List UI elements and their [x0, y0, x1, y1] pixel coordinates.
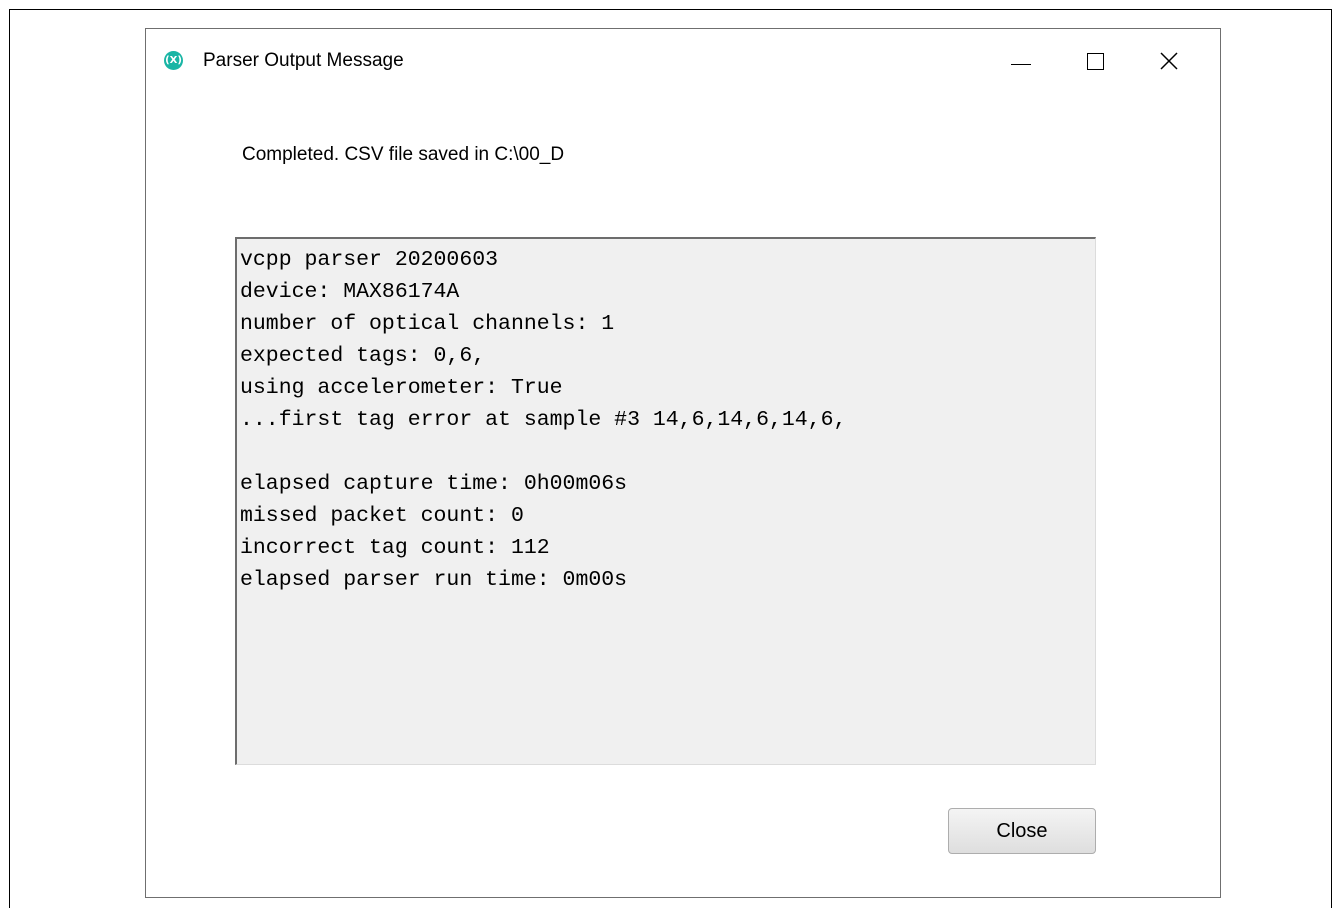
close-button[interactable]: Close	[948, 808, 1096, 854]
parser-output-dialog: (X) Parser Output Message Completed. CSV…	[145, 28, 1221, 898]
output-line: ...first tag error at sample #3 14,6,14,…	[240, 408, 847, 432]
status-message: Completed. CSV file saved in C:\00_D	[242, 144, 565, 165]
output-line: incorrect tag count: 112	[240, 536, 550, 560]
window-title: Parser Output Message	[203, 50, 404, 71]
minimize-icon	[1011, 63, 1031, 65]
output-line: using accelerometer: True	[240, 376, 563, 400]
output-line: number of optical channels: 1	[240, 312, 615, 336]
close-window-button[interactable]	[1146, 43, 1192, 79]
output-line: elapsed parser run time: 0m00s	[240, 568, 628, 592]
minimize-button[interactable]	[998, 43, 1044, 79]
output-line: elapsed capture time: 0h00m06s	[240, 472, 628, 496]
maximize-icon	[1086, 52, 1104, 70]
close-icon	[1160, 52, 1178, 70]
output-line: device: MAX86174A	[240, 280, 460, 304]
parser-output-textarea[interactable]: vcpp parser 20200603 device: MAX86174A n…	[235, 237, 1096, 765]
output-line: expected tags: 0,6,	[240, 344, 486, 368]
output-line: missed packet count: 0	[240, 504, 524, 528]
maximize-button[interactable]	[1072, 43, 1118, 79]
maxim-logo-icon: (X)	[164, 51, 183, 70]
output-line: vcpp parser 20200603	[240, 248, 499, 272]
title-bar[interactable]: (X) Parser Output Message	[146, 29, 1220, 93]
